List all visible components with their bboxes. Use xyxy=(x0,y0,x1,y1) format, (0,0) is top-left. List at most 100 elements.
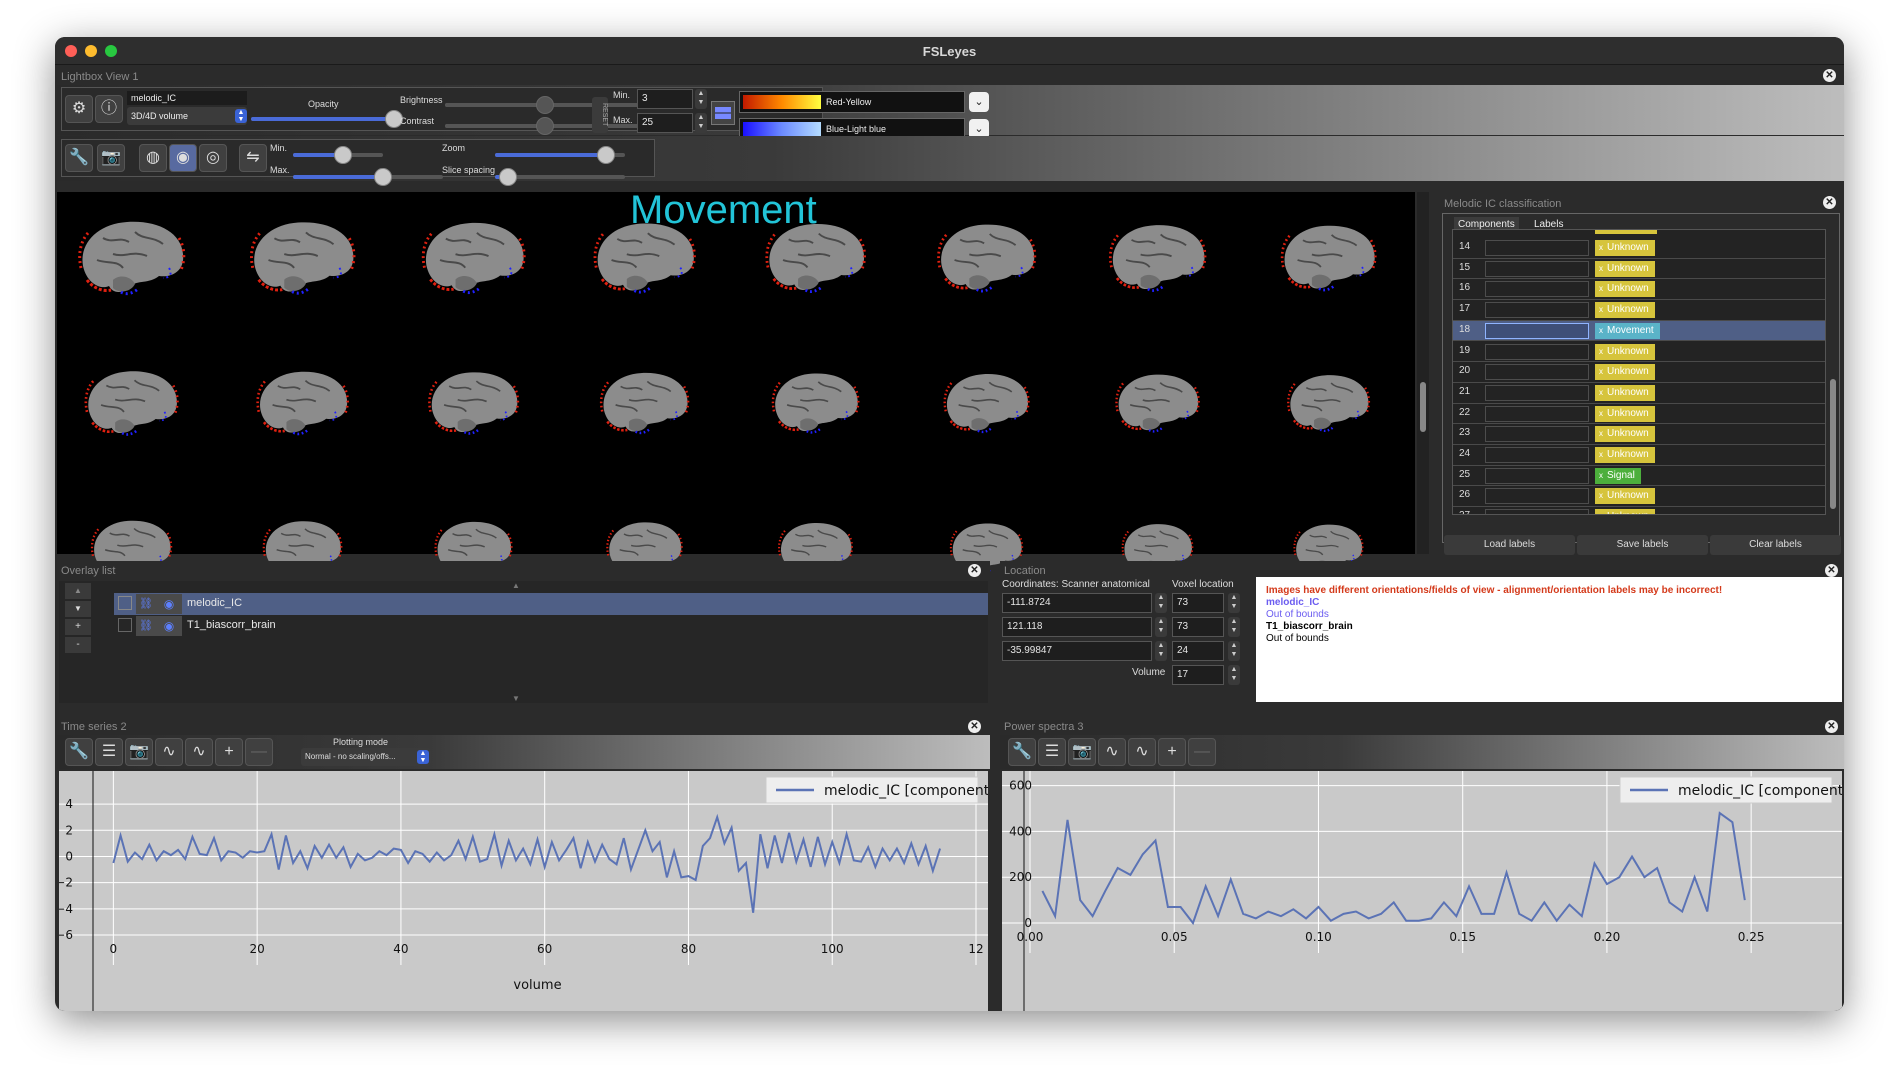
gear-icon[interactable]: ⚙ xyxy=(65,95,93,123)
powerspectra-close-icon[interactable]: ✕ xyxy=(1825,720,1838,733)
slice-spacing-slider-knob[interactable] xyxy=(499,168,517,186)
coord-z-stepper[interactable]: ▲ ▼ xyxy=(1155,641,1167,661)
coord-x-stepper[interactable]: ▲ ▼ xyxy=(1155,593,1167,613)
component-label-input[interactable] xyxy=(1485,467,1589,484)
component-label-tag[interactable]: x Unknown xyxy=(1595,281,1655,298)
voxel-x-stepper[interactable]: ▲ ▼ xyxy=(1228,593,1240,613)
save-overlay-icon[interactable] xyxy=(118,618,132,632)
component-label-tag[interactable]: x Unknown xyxy=(1595,405,1655,422)
remove-label-icon[interactable]: x xyxy=(1599,344,1603,360)
component-label-input[interactable] xyxy=(1485,322,1589,339)
slice-min-slider-knob[interactable] xyxy=(333,146,352,164)
component-label-input[interactable] xyxy=(1485,260,1589,277)
component-label-tag[interactable]: x Unknown xyxy=(1595,364,1655,381)
overlay-type-chevron-icon[interactable]: ▲ ▼ xyxy=(235,109,247,123)
list-scroll-down-icon[interactable]: ▼ xyxy=(512,694,520,703)
component-row[interactable]: 20 x Unknown xyxy=(1453,362,1825,383)
component-row[interactable]: 15 x Unknown xyxy=(1453,259,1825,280)
slice-spacing-slider[interactable] xyxy=(495,168,625,186)
component-label-input[interactable] xyxy=(1485,281,1589,298)
component-label-tag[interactable]: x Unknown xyxy=(1595,384,1655,401)
remove-overlay-button[interactable]: - xyxy=(65,637,91,653)
powerspectra-plot[interactable]: 0.00 0.05 0.10 0.15 0.20 0.25 600 400 200 0 melodi… xyxy=(1002,761,1844,1011)
load-labels-button[interactable]: Load labels xyxy=(1444,535,1575,555)
lightbox-close-icon[interactable]: ✕ xyxy=(1823,69,1836,82)
voxel-y-stepper[interactable]: ▲ ▼ xyxy=(1228,617,1240,637)
component-label-tag[interactable]: x Signal xyxy=(1595,467,1641,484)
import-data-icon[interactable]: ∿ xyxy=(155,738,183,766)
cmap1-chevron-down-icon[interactable]: ⌄ xyxy=(969,92,989,112)
overlay-row-t1[interactable]: ⛓ ◉ T1_biascorr_brain xyxy=(114,615,988,637)
brightness-slider[interactable] xyxy=(445,96,645,114)
remove-label-icon[interactable]: x xyxy=(1599,385,1603,401)
melodic-close-icon[interactable]: ✕ xyxy=(1823,196,1836,209)
component-label-tag[interactable]: x Movement xyxy=(1595,322,1660,339)
opacity-slider[interactable] xyxy=(251,110,403,128)
add-series-icon[interactable]: + xyxy=(1158,738,1186,766)
component-label-tag[interactable]: x Unknown xyxy=(1595,343,1655,360)
brightness-slider-knob[interactable] xyxy=(536,96,554,114)
remove-label-icon[interactable]: x xyxy=(1599,447,1603,463)
component-label-tag[interactable]: x Unknown xyxy=(1595,426,1655,443)
remove-label-icon[interactable]: x xyxy=(1599,509,1603,514)
component-label-input[interactable] xyxy=(1485,405,1589,422)
eye-icon[interactable]: ◉ xyxy=(156,616,182,636)
component-row[interactable]: 22 x Unknown xyxy=(1453,404,1825,425)
remove-label-icon[interactable]: x xyxy=(1599,406,1603,422)
list-icon[interactable]: ☰ xyxy=(1038,738,1066,766)
volume-stepper[interactable]: ▲ ▼ xyxy=(1228,665,1240,685)
overlay-row-melodic[interactable]: ⛓ ◉ melodic_IC xyxy=(114,593,988,615)
contrast-slider-knob[interactable] xyxy=(536,117,554,135)
import-data-icon[interactable]: ∿ xyxy=(1098,738,1126,766)
remove-label-icon[interactable]: x xyxy=(1599,261,1603,277)
export-data-icon[interactable]: ∿ xyxy=(1128,738,1156,766)
component-row[interactable]: 25 x Signal xyxy=(1453,466,1825,487)
add-overlay-button[interactable]: + xyxy=(65,619,91,635)
slice-min-slider[interactable] xyxy=(293,146,383,164)
lightbox-scrollbar[interactable] xyxy=(1417,192,1429,554)
component-label-input[interactable] xyxy=(1485,488,1589,505)
slice-max-slider-knob[interactable] xyxy=(374,168,392,186)
component-row[interactable]: 17 x Unknown xyxy=(1453,300,1825,321)
remove-label-icon[interactable]: x xyxy=(1599,426,1603,442)
lightbox-canvas[interactable]: Movement xyxy=(57,188,1415,577)
save-labels-button[interactable]: Save labels xyxy=(1577,535,1708,555)
min-field[interactable]: 3 xyxy=(637,89,693,109)
component-table-scrollbar[interactable] xyxy=(1830,379,1836,509)
voxel-z-stepper[interactable]: ▲ ▼ xyxy=(1228,641,1240,661)
camera-icon[interactable]: 📷 xyxy=(97,144,125,172)
overlay-name-field[interactable]: melodic_IC xyxy=(127,91,247,105)
eyes-icon[interactable]: ◎ xyxy=(199,144,227,172)
wrench-icon[interactable]: 🔧 xyxy=(65,738,93,766)
remove-label-icon[interactable]: x xyxy=(1599,302,1603,318)
save-overlay-icon[interactable] xyxy=(118,596,132,610)
component-label-input[interactable] xyxy=(1485,447,1589,463)
voxel-x-field[interactable]: 73 xyxy=(1172,593,1224,613)
voxel-y-field[interactable]: 73 xyxy=(1172,617,1224,637)
wrench-icon[interactable]: 🔧 xyxy=(65,144,93,172)
coord-y-field[interactable]: 121.118 xyxy=(1002,617,1152,637)
list-icon[interactable]: ☰ xyxy=(95,738,123,766)
invert-cmap-icon[interactable] xyxy=(711,101,735,125)
component-row[interactable]: 19 x Unknown xyxy=(1453,342,1825,363)
cmap1-select[interactable]: Red-Yellow xyxy=(739,91,965,113)
lightbox-scrollbar-thumb[interactable] xyxy=(1420,382,1426,432)
zoom-slider-knob[interactable] xyxy=(596,146,615,164)
max-stepper[interactable]: ▲ ▼ xyxy=(695,113,707,133)
component-row[interactable]: 18 x Movement xyxy=(1453,320,1825,342)
head-outline-icon[interactable]: ◍ xyxy=(139,144,167,172)
link-icon[interactable]: ⛓ xyxy=(136,616,156,636)
component-label-tag[interactable]: x Unknown xyxy=(1595,447,1655,463)
component-label-tag[interactable]: x Unknown xyxy=(1595,509,1655,514)
eye-icon[interactable]: ◉ xyxy=(156,594,182,614)
move-down-button[interactable]: ▼ xyxy=(65,601,91,617)
reset-button[interactable]: RESET xyxy=(592,97,608,133)
overlay-type-select[interactable]: 3D/4D volume xyxy=(127,107,247,125)
remove-series-icon[interactable]: — xyxy=(245,738,273,766)
info-icon[interactable]: ⓘ xyxy=(95,95,123,123)
export-data-icon[interactable]: ∿ xyxy=(185,738,213,766)
zoom-slider[interactable] xyxy=(495,146,625,164)
component-label-input[interactable] xyxy=(1485,343,1589,360)
remove-series-icon[interactable]: — xyxy=(1188,738,1216,766)
component-row[interactable]: 26 x Unknown xyxy=(1453,486,1825,508)
